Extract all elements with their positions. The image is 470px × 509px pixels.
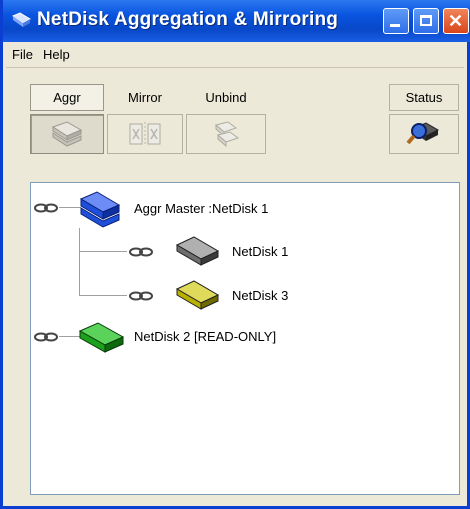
menu-file[interactable]: File — [12, 47, 33, 62]
title-bar[interactable]: NetDisk Aggregation & Mirroring ✕ — [3, 0, 470, 42]
menu-separator — [6, 67, 464, 68]
netdisk-tree[interactable]: Aggr Master :NetDisk 1 NetDisk 1 NetDisk… — [30, 182, 460, 495]
chain-link-icon — [129, 247, 153, 257]
tree-node-netdisk-2[interactable]: NetDisk 2 [READ-ONLY] — [134, 329, 276, 344]
minimize-icon — [390, 24, 400, 27]
minimize-button[interactable] — [383, 8, 409, 34]
aggr-master-disk-icon — [79, 191, 121, 228]
status-tab[interactable]: Status — [389, 84, 459, 111]
tree-connector — [79, 295, 127, 296]
close-icon: ✕ — [448, 11, 464, 31]
status-button[interactable] — [389, 114, 459, 154]
status-magnifier-icon — [406, 122, 440, 145]
tree-connector — [79, 228, 80, 296]
netdisk-2-icon — [78, 322, 125, 353]
menu-help[interactable]: Help — [43, 47, 70, 62]
app-window: NetDisk Aggregation & Mirroring ✕ File H… — [0, 0, 470, 509]
status-tool: Status — [3, 84, 470, 154]
netdisk-app-icon — [12, 12, 31, 27]
menu-bar: File Help — [6, 44, 466, 66]
maximize-icon — [420, 15, 432, 26]
chain-link-icon — [34, 203, 58, 213]
tree-node-netdisk-1[interactable]: NetDisk 1 — [232, 244, 288, 259]
tree-node-netdisk-3[interactable]: NetDisk 3 — [232, 288, 288, 303]
chain-link-icon — [34, 332, 58, 342]
maximize-button[interactable] — [413, 8, 439, 34]
window-title: NetDisk Aggregation & Mirroring — [37, 9, 339, 30]
netdisk-1-icon — [175, 236, 220, 266]
close-button[interactable]: ✕ — [443, 8, 469, 34]
tree-node-aggr-master[interactable]: Aggr Master :NetDisk 1 — [134, 201, 268, 216]
netdisk-3-icon — [175, 280, 220, 310]
tree-connector — [79, 251, 127, 252]
chain-link-icon — [129, 291, 153, 301]
